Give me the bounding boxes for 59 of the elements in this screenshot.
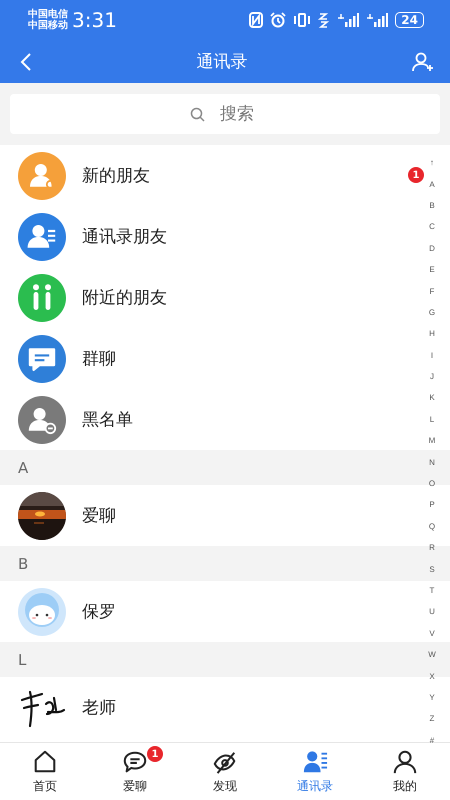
search-icon xyxy=(190,107,205,122)
index-letter[interactable]: K xyxy=(429,387,435,409)
me-icon xyxy=(392,748,418,774)
unread-badge: 1 xyxy=(147,746,163,762)
function-item[interactable]: 通讯录朋友 xyxy=(82,225,167,248)
index-letter[interactable]: V xyxy=(429,622,435,644)
index-letter[interactable]: S xyxy=(429,558,435,580)
index-letter[interactable]: U xyxy=(429,601,435,623)
tab[interactable]: 爱聊 1 xyxy=(90,743,180,800)
tab[interactable]: 发现 xyxy=(180,743,270,800)
vibrate-icon xyxy=(293,13,312,27)
index-letter[interactable]: O xyxy=(428,472,436,494)
contacts-icon xyxy=(302,748,328,774)
page-title: 通讯录 xyxy=(196,51,248,73)
contact-name[interactable]: 老师 xyxy=(82,696,116,719)
index-letter[interactable]: G xyxy=(428,302,436,324)
back-icon[interactable] xyxy=(20,52,32,72)
unread-badge: 1 xyxy=(408,167,424,183)
contact-name[interactable]: 爱聊 xyxy=(82,504,116,527)
carrier-name: 中国移动 xyxy=(28,20,68,31)
index-letter[interactable]: J xyxy=(430,366,434,388)
index-letter[interactable]: Q xyxy=(428,516,436,538)
index-letter[interactable]: N xyxy=(429,451,435,473)
index-letter[interactable]: B xyxy=(429,194,435,216)
index-letter[interactable]: X xyxy=(429,665,435,687)
chat-icon xyxy=(122,748,148,774)
index-letter[interactable]: L xyxy=(430,408,434,430)
index-letter[interactable]: Y xyxy=(429,686,435,708)
index-letter[interactable]: M xyxy=(428,430,436,452)
function-item[interactable]: 黑名单 xyxy=(82,408,133,431)
status-time: 3:31 xyxy=(72,8,117,32)
index-letter[interactable]: D xyxy=(429,238,435,259)
function-item[interactable]: 附近的朋友 xyxy=(82,286,167,309)
index-letter[interactable]: E xyxy=(429,258,435,280)
index-letter[interactable]: C xyxy=(429,216,435,238)
home-icon xyxy=(32,748,58,774)
alarm-icon xyxy=(270,12,286,28)
index-letter[interactable]: F xyxy=(430,280,434,302)
contact-name[interactable]: 保罗 xyxy=(82,600,116,623)
nfc-icon xyxy=(249,12,264,28)
add-person-icon[interactable] xyxy=(412,52,434,72)
index-letter[interactable]: H xyxy=(429,323,435,345)
index-letter[interactable]: ↑ xyxy=(430,152,434,174)
index-letter[interactable]: T xyxy=(430,580,434,602)
signal-icon xyxy=(366,13,388,27)
search-field[interactable]: 搜索 xyxy=(10,94,440,134)
function-item[interactable]: 群聊 xyxy=(82,347,116,370)
tab[interactable]: 通讯录 xyxy=(270,743,360,800)
carrier-name: 中国电信 xyxy=(28,9,68,20)
index-letter[interactable]: I xyxy=(430,344,434,366)
function-item[interactable]: 新的朋友 xyxy=(82,164,150,187)
index-letter[interactable]: A xyxy=(429,173,435,195)
index-letter[interactable]: P xyxy=(429,494,435,516)
signal-icon xyxy=(337,13,360,27)
battery-level: 24 xyxy=(395,12,424,28)
tab[interactable]: 首页 xyxy=(0,743,90,800)
index-letter[interactable]: Z xyxy=(430,708,434,730)
index-letter[interactable]: W xyxy=(428,644,436,666)
index-letter[interactable]: R xyxy=(429,537,435,558)
